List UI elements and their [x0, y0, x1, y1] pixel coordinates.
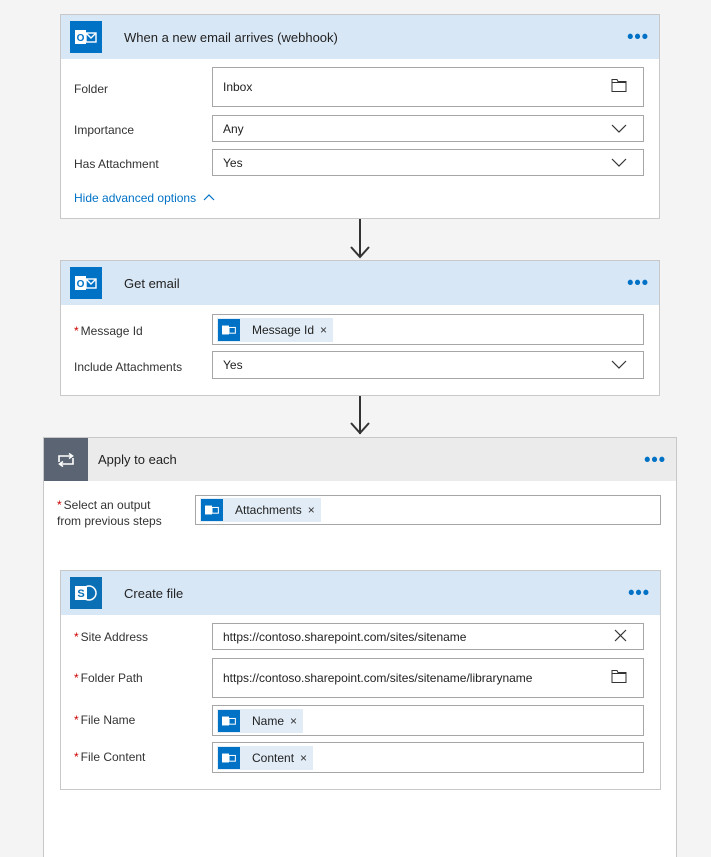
- hide-advanced-link[interactable]: Hide advanced options: [74, 191, 215, 205]
- chevron-down-icon: [611, 122, 627, 136]
- importance-dropdown[interactable]: Any: [212, 115, 644, 142]
- arrow-head-icon: [350, 422, 370, 435]
- name-token[interactable]: Name ×: [217, 708, 304, 733]
- folder-picker-icon[interactable]: [611, 79, 627, 96]
- folder-picker-icon[interactable]: [611, 670, 627, 687]
- remove-token-icon[interactable]: ×: [320, 323, 327, 337]
- importance-value: Any: [223, 121, 244, 136]
- file-content-label: * File Content: [74, 750, 146, 764]
- select-output-label: * Select an output from previous steps: [57, 498, 162, 528]
- remove-token-icon[interactable]: ×: [290, 714, 297, 728]
- loop-icon: [44, 438, 88, 481]
- more-options-icon[interactable]: •••: [644, 449, 666, 470]
- outlook-icon: [218, 318, 240, 341]
- content-token[interactable]: Content ×: [217, 745, 314, 770]
- select-output-field[interactable]: Attachments ×: [195, 495, 661, 525]
- create-file-header[interactable]: S Create file •••: [61, 571, 660, 615]
- outlook-icon: [201, 499, 223, 521]
- chevron-down-icon: [611, 156, 627, 170]
- folder-field[interactable]: Inbox: [212, 67, 644, 107]
- include-attachments-label: Include Attachments: [74, 360, 183, 374]
- importance-label: Importance: [74, 123, 135, 137]
- folder-path-field[interactable]: https://contoso.sharepoint.com/sites/sit…: [212, 658, 644, 698]
- include-attachments-value: Yes: [223, 358, 243, 372]
- apply-to-each-card: Apply to each ••• * Select an output from…: [43, 437, 677, 857]
- message-id-token[interactable]: Message Id ×: [217, 317, 334, 342]
- outlook-icon: [218, 709, 240, 732]
- trigger-title: When a new email arrives (webhook): [124, 29, 338, 45]
- more-options-icon[interactable]: •••: [627, 273, 649, 294]
- outlook-icon: O: [70, 21, 102, 53]
- folder-path-label: * Folder Path: [74, 671, 143, 685]
- site-address-value: https://contoso.sharepoint.com/sites/sit…: [223, 629, 467, 644]
- create-file-title: Create file: [124, 585, 184, 601]
- remove-token-icon[interactable]: ×: [300, 751, 307, 765]
- svg-text:O: O: [77, 279, 85, 290]
- chevron-down-icon: [611, 358, 627, 372]
- clear-icon[interactable]: [614, 629, 627, 645]
- get-email-title: Get email: [124, 275, 180, 291]
- chevron-up-icon: [204, 194, 215, 201]
- remove-token-icon[interactable]: ×: [308, 503, 315, 517]
- get-email-card: O Get email ••• * Message Id Message Id ×…: [60, 260, 660, 396]
- attachments-token[interactable]: Attachments ×: [200, 498, 321, 522]
- get-email-header[interactable]: O Get email •••: [61, 261, 659, 305]
- create-file-card: S Create file ••• * Site Address https://…: [60, 570, 661, 790]
- arrow-head-icon: [350, 246, 370, 259]
- message-id-label: * Message Id: [74, 324, 143, 338]
- attachment-dropdown[interactable]: Yes: [212, 149, 644, 176]
- sharepoint-icon: S: [70, 577, 102, 609]
- attachment-value: Yes: [223, 155, 243, 170]
- folder-value: Inbox: [223, 80, 253, 94]
- trigger-header[interactable]: O When a new email arrives (webhook) •••: [61, 15, 659, 59]
- site-address-dropdown[interactable]: https://contoso.sharepoint.com/sites/sit…: [212, 623, 644, 650]
- site-address-label: * Site Address: [74, 630, 149, 644]
- outlook-icon: [218, 746, 240, 769]
- file-name-field[interactable]: Name ×: [212, 705, 644, 736]
- outlook-icon: O: [70, 267, 102, 299]
- apply-to-each-title: Apply to each: [98, 452, 177, 467]
- file-name-label: * File Name: [74, 713, 136, 727]
- attachment-label: Has Attachment: [74, 157, 159, 171]
- more-options-icon[interactable]: •••: [627, 27, 649, 48]
- svg-text:O: O: [77, 33, 85, 44]
- include-attachments-dropdown[interactable]: Yes: [212, 351, 644, 379]
- folder-label: Folder: [74, 82, 109, 96]
- trigger-card: O When a new email arrives (webhook) •••…: [60, 14, 660, 219]
- folder-path-value: https://contoso.sharepoint.com/sites/sit…: [223, 671, 533, 685]
- message-id-field[interactable]: Message Id ×: [212, 314, 644, 345]
- more-options-icon[interactable]: •••: [628, 583, 650, 604]
- file-content-field[interactable]: Content ×: [212, 742, 644, 773]
- apply-to-each-header[interactable]: Apply to each •••: [44, 438, 676, 481]
- svg-text:S: S: [77, 588, 84, 600]
